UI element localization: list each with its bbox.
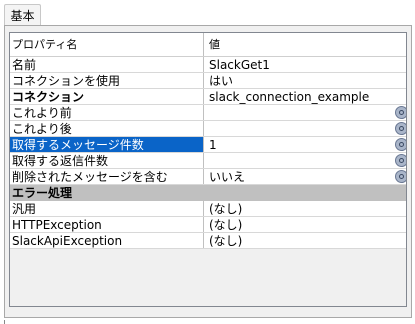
- property-row-message-count[interactable]: 取得するメッセージ件数 1: [10, 137, 406, 153]
- property-value-field[interactable]: いいえ: [204, 169, 400, 184]
- tab-strip: 基本: [0, 0, 415, 26]
- column-header-property-name[interactable]: プロパティ名: [10, 33, 204, 56]
- bottom-border-fragment: [4, 320, 17, 324]
- expression-editor-icon[interactable]: [395, 154, 406, 167]
- property-grid: プロパティ名 値 名前 SlackGet1 コネクションを使用 はい コネクショ…: [9, 32, 407, 307]
- section-title: エラー処理: [12, 186, 73, 200]
- property-label: HTTPException: [10, 217, 204, 232]
- expression-editor-icon[interactable]: [395, 138, 406, 151]
- property-row-reply-count[interactable]: 取得する返信件数: [10, 153, 406, 169]
- property-label: 汎用: [10, 201, 204, 216]
- property-row-after[interactable]: これより後: [10, 121, 406, 137]
- property-label: コネクションを使用: [10, 73, 204, 88]
- property-row-before[interactable]: これより前: [10, 105, 406, 121]
- property-label: 取得するメッセージ件数: [10, 137, 204, 152]
- property-value-field[interactable]: (なし): [204, 233, 400, 248]
- property-label: 削除されたメッセージを含む: [10, 169, 204, 184]
- property-value-field[interactable]: 1: [204, 137, 400, 152]
- property-row-include-deleted[interactable]: 削除されたメッセージを含む いいえ: [10, 169, 406, 185]
- property-row-connection[interactable]: コネクション slack_connection_example: [10, 89, 406, 105]
- property-label: 名前: [10, 57, 204, 72]
- property-label: コネクション: [10, 89, 204, 104]
- section-error-handling: エラー処理: [10, 185, 406, 201]
- expression-editor-icon[interactable]: [395, 170, 406, 183]
- column-header-value[interactable]: 値: [204, 33, 400, 56]
- expression-editor-icon[interactable]: [395, 122, 406, 135]
- property-panel: プロパティ名 値 名前 SlackGet1 コネクションを使用 はい コネクショ…: [4, 25, 412, 318]
- tab-basic[interactable]: 基本: [4, 4, 41, 25]
- grid-header: プロパティ名 値: [10, 33, 406, 57]
- property-label: SlackApiException: [10, 233, 204, 248]
- property-value-field[interactable]: SlackGet1: [204, 57, 400, 72]
- property-value-field[interactable]: slack_connection_example: [204, 89, 400, 104]
- property-value-field[interactable]: [204, 121, 400, 136]
- property-value-field[interactable]: [204, 153, 400, 168]
- property-row-use-connection[interactable]: コネクションを使用 はい: [10, 73, 406, 89]
- property-row-http-exception[interactable]: HTTPException (なし): [10, 217, 406, 233]
- property-value-field[interactable]: はい: [204, 73, 400, 88]
- expression-editor-icon[interactable]: [395, 106, 406, 119]
- property-row-name[interactable]: 名前 SlackGet1: [10, 57, 406, 73]
- property-row-generic[interactable]: 汎用 (なし): [10, 201, 406, 217]
- property-label: これより後: [10, 121, 204, 136]
- property-label: これより前: [10, 105, 204, 120]
- property-value-field[interactable]: (なし): [204, 201, 400, 216]
- property-value-field[interactable]: (なし): [204, 217, 400, 232]
- property-value-field[interactable]: [204, 105, 400, 120]
- property-row-slack-api-exception[interactable]: SlackApiException (なし): [10, 233, 406, 249]
- property-label: 取得する返信件数: [10, 153, 204, 168]
